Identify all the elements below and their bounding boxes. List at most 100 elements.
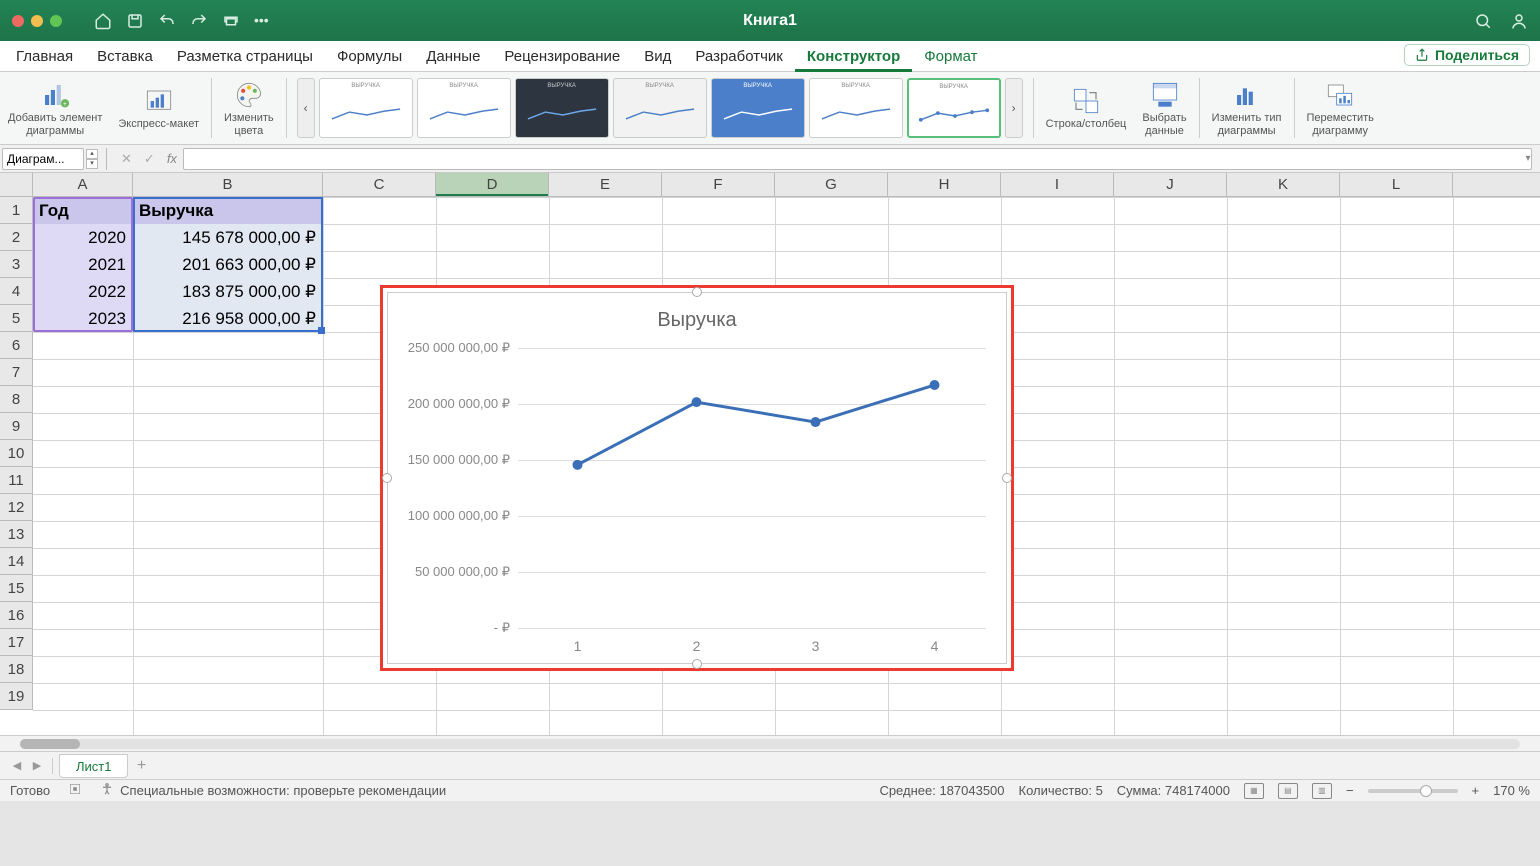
maximize-window-icon[interactable]: [50, 15, 62, 27]
chart-handle-bottom[interactable]: [692, 659, 702, 669]
cell-A1[interactable]: Год: [33, 197, 132, 224]
add-sheet-button[interactable]: +: [130, 755, 152, 777]
gallery-next-button[interactable]: ›: [1005, 78, 1023, 138]
cell-A5[interactable]: 2023: [33, 305, 132, 332]
row-header-18[interactable]: 18: [0, 656, 33, 683]
gallery-prev-button[interactable]: ‹: [297, 78, 315, 138]
tab-design[interactable]: Конструктор: [795, 41, 912, 72]
chart-handle-right[interactable]: [1002, 473, 1012, 483]
search-icon[interactable]: [1474, 12, 1492, 30]
row-header-7[interactable]: 7: [0, 359, 33, 386]
cell-B2[interactable]: 145 678 000,00 ₽: [133, 224, 322, 251]
column-header-K[interactable]: K: [1227, 173, 1340, 196]
cell-B4[interactable]: 183 875 000,00 ₽: [133, 278, 322, 305]
more-icon[interactable]: •••: [254, 12, 272, 30]
accessibility-icon[interactable]: [100, 782, 114, 799]
cell-A2[interactable]: 2020: [33, 224, 132, 251]
scrollbar-thumb[interactable]: [20, 739, 80, 749]
column-headers[interactable]: ABCDEFGHIJKL: [33, 173, 1540, 197]
switch-row-column-button[interactable]: Строка/столбец: [1038, 72, 1135, 144]
column-header-I[interactable]: I: [1001, 173, 1114, 196]
row-header-11[interactable]: 11: [0, 467, 33, 494]
zoom-in-button[interactable]: +: [1472, 783, 1480, 798]
undo-icon[interactable]: [158, 12, 176, 30]
formula-input[interactable]: [183, 148, 1532, 170]
column-header-H[interactable]: H: [888, 173, 1001, 196]
column-header-C[interactable]: C: [323, 173, 436, 196]
chart-plot-area[interactable]: - ₽50 000 000,00 ₽100 000 000,00 ₽150 00…: [518, 348, 986, 628]
row-header-19[interactable]: 19: [0, 683, 33, 710]
tab-formulas[interactable]: Формулы: [325, 41, 414, 72]
sheet-nav-prev[interactable]: ◀: [8, 757, 26, 775]
expand-formula-bar-icon[interactable]: ▾: [1520, 151, 1536, 167]
cancel-formula-icon[interactable]: ✕: [115, 151, 138, 167]
zoom-out-button[interactable]: −: [1346, 783, 1354, 798]
embedded-chart[interactable]: Выручка - ₽50 000 000,00 ₽100 000 000,00…: [380, 285, 1014, 671]
cell-A3[interactable]: 2021: [33, 251, 132, 278]
zoom-slider[interactable]: [1368, 789, 1458, 793]
row-header-4[interactable]: 4: [0, 278, 33, 305]
chart-style-4[interactable]: ВЫРУЧКА: [613, 78, 707, 138]
macro-record-icon[interactable]: [68, 782, 82, 799]
chart-title[interactable]: Выручка: [657, 309, 736, 332]
move-chart-button[interactable]: Переместить диаграмму: [1299, 72, 1382, 144]
column-header-A[interactable]: A: [33, 173, 133, 196]
cell-B1[interactable]: Выручка: [133, 197, 322, 224]
tab-review[interactable]: Рецензирование: [492, 41, 632, 72]
cell-A4[interactable]: 2022: [33, 278, 132, 305]
tab-home[interactable]: Главная: [4, 41, 85, 72]
save-icon[interactable]: [126, 12, 144, 30]
row-headers[interactable]: 12345678910111213141516171819: [0, 197, 33, 710]
quick-layout-button[interactable]: Экспресс-макет: [110, 72, 207, 144]
cell-B5[interactable]: 216 958 000,00 ₽: [133, 305, 322, 332]
column-header-F[interactable]: F: [662, 173, 775, 196]
tab-page-layout[interactable]: Разметка страницы: [165, 41, 325, 72]
column-header-G[interactable]: G: [775, 173, 888, 196]
row-header-17[interactable]: 17: [0, 629, 33, 656]
redo-icon[interactable]: [190, 12, 208, 30]
view-page-layout-icon[interactable]: ▤: [1278, 783, 1298, 799]
row-header-5[interactable]: 5: [0, 305, 33, 332]
confirm-formula-icon[interactable]: ✓: [138, 151, 161, 167]
chart-style-7-selected[interactable]: ВЫРУЧКА: [907, 78, 1001, 138]
name-box-dropdown[interactable]: ▴▾: [86, 149, 98, 169]
worksheet-grid[interactable]: ABCDEFGHIJKL 123456789101112131415161718…: [0, 173, 1540, 735]
chart-style-6[interactable]: ВЫРУЧКА: [809, 78, 903, 138]
tab-format[interactable]: Формат: [912, 41, 989, 72]
column-header-B[interactable]: B: [133, 173, 323, 196]
window-traffic-lights[interactable]: [12, 15, 62, 27]
row-header-3[interactable]: 3: [0, 251, 33, 278]
row-header-10[interactable]: 10: [0, 440, 33, 467]
add-chart-element-button[interactable]: + Добавить элемент диаграммы: [0, 72, 110, 144]
row-header-8[interactable]: 8: [0, 386, 33, 413]
fx-label[interactable]: fx: [161, 151, 183, 166]
chart-style-1[interactable]: ВЫРУЧКА: [319, 78, 413, 138]
chart-handle-top[interactable]: [692, 287, 702, 297]
tab-developer[interactable]: Разработчик: [683, 41, 794, 72]
view-normal-icon[interactable]: ▦: [1244, 783, 1264, 799]
minimize-window-icon[interactable]: [31, 15, 43, 27]
close-window-icon[interactable]: [12, 15, 24, 27]
row-header-13[interactable]: 13: [0, 521, 33, 548]
row-header-9[interactable]: 9: [0, 413, 33, 440]
print-icon[interactable]: [222, 12, 240, 30]
sheet-tab-active[interactable]: Лист1: [59, 754, 128, 778]
share-button[interactable]: Поделиться: [1404, 44, 1530, 66]
account-icon[interactable]: [1510, 12, 1528, 30]
tab-insert[interactable]: Вставка: [85, 41, 165, 72]
row-header-15[interactable]: 15: [0, 575, 33, 602]
cell-B3[interactable]: 201 663 000,00 ₽: [133, 251, 322, 278]
name-box[interactable]: Диаграм...: [2, 148, 84, 170]
column-header-L[interactable]: L: [1340, 173, 1453, 196]
chart-style-3[interactable]: ВЫРУЧКА: [515, 78, 609, 138]
view-page-break-icon[interactable]: ▥: [1312, 783, 1332, 799]
column-header-J[interactable]: J: [1114, 173, 1227, 196]
row-header-12[interactable]: 12: [0, 494, 33, 521]
tab-view[interactable]: Вид: [632, 41, 683, 72]
zoom-level[interactable]: 170 %: [1493, 783, 1530, 798]
status-accessibility[interactable]: Специальные возможности: проверьте реком…: [120, 783, 446, 798]
row-header-14[interactable]: 14: [0, 548, 33, 575]
row-header-1[interactable]: 1: [0, 197, 33, 224]
chart-style-2[interactable]: ВЫРУЧКА: [417, 78, 511, 138]
row-header-6[interactable]: 6: [0, 332, 33, 359]
